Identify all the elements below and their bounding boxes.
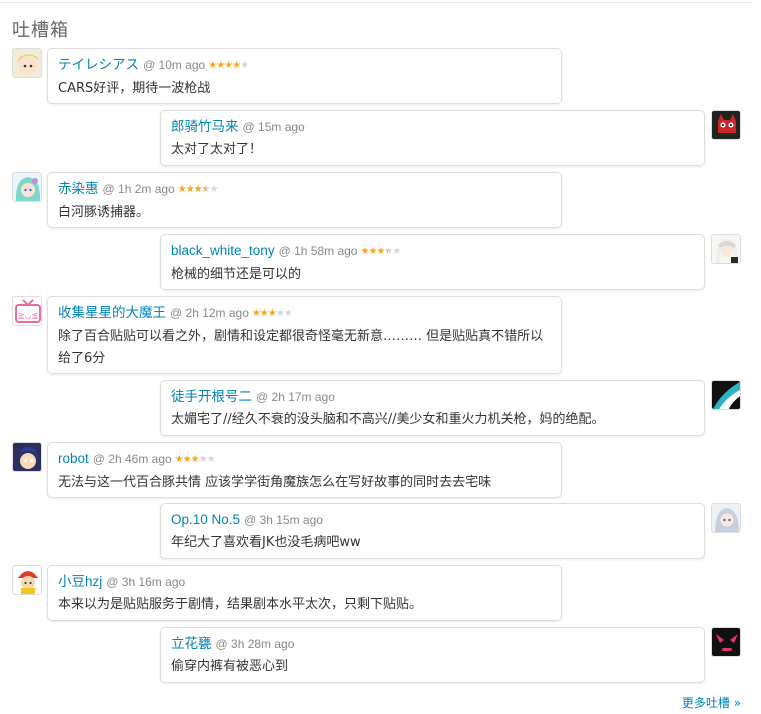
- comment-text: 枪械的细节还是可以的: [171, 267, 302, 282]
- blonde-girl-avatar[interactable]: [12, 48, 42, 78]
- comment-meta: 小豆hzj @ 3h 16m ago: [58, 572, 551, 592]
- comment-text: 偷穿内裤有被恶心到: [171, 659, 289, 674]
- comment-meta: 赤染惠 @ 1h 2m ago ★★★★★: [58, 179, 551, 200]
- comment-bubble: 赤染惠 @ 1h 2m ago ★★★★★ 白河豚诱捕器。: [47, 172, 562, 228]
- silver-hair-girl-avatar[interactable]: [711, 503, 741, 533]
- comment-text: CARS好评，期待一波枪战: [58, 81, 211, 96]
- comment-meta: 郎骑竹马来 @ 15m ago: [171, 117, 694, 137]
- comment-bubble: 郎骑竹马来 @ 15m ago 太对了太对了！: [160, 110, 705, 166]
- star-full-icon: ★: [216, 60, 225, 71]
- comment-bubble: テイレシアス @ 10m ago ★★★★★ CARS好评，期待一波枪战: [47, 48, 562, 104]
- comment-username[interactable]: 徒手开根号二: [171, 389, 252, 404]
- star-empty-icon: ★: [240, 60, 249, 71]
- comment-timestamp: @ 1h 2m ago: [102, 182, 175, 196]
- star-full-icon: ★: [259, 308, 269, 319]
- comment-timestamp: @ 2h 46m ago: [92, 452, 172, 466]
- star-full-icon: ★: [185, 184, 195, 195]
- comment-username[interactable]: robot: [58, 451, 89, 466]
- teal-hair-girl-avatar[interactable]: [12, 172, 42, 202]
- blue-hair-boy-avatar[interactable]: [12, 442, 42, 472]
- comment-text: 太媚宅了//经久不衰的没头脑和不高兴//美少女和重火力机关枪，妈的绝配。: [171, 412, 605, 427]
- star-rating: ★★★★★: [174, 450, 216, 470]
- star-full-icon: ★: [182, 454, 192, 465]
- star-full-icon: ★: [251, 308, 261, 319]
- comment-text: 本来以为是贴贴服务于剧情，结果剧本水平太次，只剩下贴贴。: [58, 597, 423, 612]
- comment-timestamp: @ 15m ago: [242, 120, 305, 134]
- white-hair-girl-avatar[interactable]: [711, 234, 741, 264]
- star-empty-icon: ★: [198, 454, 208, 465]
- comment-timestamp: @ 3h 15m ago: [244, 513, 323, 527]
- comment-timestamp: @ 3h 28m ago: [215, 637, 295, 651]
- comment-meta: 收集星星的大魔王 @ 2h 12m ago ★★★★★: [58, 303, 551, 324]
- comment-meta: 徒手开根号二 @ 2h 17m ago: [171, 387, 694, 407]
- comment-bubble: 徒手开根号二 @ 2h 17m ago 太媚宅了//经久不衰的没头脑和不高兴//美少…: [160, 380, 705, 436]
- comment-username[interactable]: Op.10 No.5: [171, 512, 240, 527]
- comment-bubble: robot @ 2h 46m ago ★★★★★ 无法与这一代百合豚共情 应该学学街角…: [47, 442, 562, 498]
- comment-bubble: 立花甕 @ 3h 28m ago 偷穿内裤有被恶心到: [160, 627, 705, 683]
- svg-text:≧◡≦: ≧◡≦: [18, 311, 38, 320]
- star-full-icon: ★: [232, 60, 241, 71]
- star-rating: ★★★★★: [251, 304, 293, 324]
- star-empty-icon: ★: [209, 184, 219, 195]
- comment-username[interactable]: 小豆hzj: [58, 574, 102, 589]
- comment-meta: Op.10 No.5 @ 3h 15m ago: [171, 510, 694, 530]
- section-title: 吐槽箱: [12, 20, 69, 41]
- star-full-icon: ★: [224, 60, 233, 71]
- comment-bubble: Op.10 No.5 @ 3h 15m ago 年纪大了喜欢看JK也没毛病吧ww: [160, 503, 705, 559]
- teal-abstract-avatar[interactable]: [711, 380, 741, 410]
- star-rating: ★★★★★: [208, 56, 249, 76]
- star-half-icon: ★: [201, 184, 211, 195]
- comment-meta: テイレシアス @ 10m ago ★★★★★: [58, 55, 551, 76]
- star-full-icon: ★: [208, 60, 217, 71]
- comment-meta: 立花甕 @ 3h 28m ago: [171, 634, 694, 654]
- comment-timestamp: @ 10m ago: [143, 58, 206, 72]
- comment-bubble: 小豆hzj @ 3h 16m ago 本来以为是贴贴服务于剧情，结果剧本水平太次，只…: [47, 565, 562, 621]
- comment-text: 太对了太对了！: [171, 142, 263, 157]
- star-full-icon: ★: [177, 184, 187, 195]
- star-rating: ★★★★★: [177, 180, 219, 200]
- comment-meta: robot @ 2h 46m ago ★★★★★: [58, 449, 551, 470]
- comment-username[interactable]: 郎骑竹马来: [171, 119, 239, 134]
- comment-timestamp: @ 2h 17m ago: [256, 390, 335, 404]
- pink-tv-avatar[interactable]: ≧◡≦: [12, 296, 42, 326]
- star-full-icon: ★: [193, 184, 203, 195]
- comment-bubble: 收集星星的大魔王 @ 2h 12m ago ★★★★★ 除了百合贴贴可以看之外，剧情和…: [47, 296, 562, 374]
- comment-meta: black_white_tony @ 1h 58m ago ★★★★★: [171, 241, 694, 262]
- yellow-character-avatar[interactable]: [12, 565, 42, 595]
- comment-username[interactable]: 收集星星的大魔王: [58, 305, 166, 320]
- star-empty-icon: ★: [275, 308, 285, 319]
- more-comments-link[interactable]: 更多吐槽 »: [682, 694, 741, 711]
- star-empty-icon: ★: [392, 246, 401, 257]
- star-full-icon: ★: [174, 454, 184, 465]
- comment-text: 除了百合贴贴可以看之外，剧情和设定都很奇怪毫无新意……… 但是贴贴真不错所以给了…: [58, 329, 544, 366]
- comment-username[interactable]: テイレシアス: [58, 57, 139, 72]
- comment-bubble: black_white_tony @ 1h 58m ago ★★★★★ 枪械的细节还是…: [160, 234, 705, 290]
- star-full-icon: ★: [190, 454, 200, 465]
- star-rating: ★★★★★: [360, 242, 401, 262]
- comment-timestamp: @ 3h 16m ago: [106, 575, 186, 589]
- comment-text: 无法与这一代百合豚共情 应该学学街角魔族怎么在写好故事的同时去去宅味: [58, 475, 492, 490]
- comment-timestamp: @ 1h 58m ago: [278, 244, 358, 258]
- top-divider: [0, 2, 752, 3]
- star-empty-icon: ★: [206, 454, 216, 465]
- red-cat-avatar[interactable]: [711, 110, 741, 140]
- star-full-icon: ★: [267, 308, 277, 319]
- star-empty-icon: ★: [283, 308, 293, 319]
- comment-username[interactable]: black_white_tony: [171, 243, 275, 258]
- dark-creature-avatar[interactable]: [711, 627, 741, 657]
- comment-text: 年纪大了喜欢看JK也没毛病吧ww: [171, 535, 361, 550]
- comment-username[interactable]: 立花甕: [171, 636, 212, 651]
- comment-username[interactable]: 赤染惠: [58, 181, 99, 196]
- comment-text: 白河豚诱捕器。: [58, 205, 150, 220]
- comment-timestamp: @ 2h 12m ago: [170, 306, 249, 320]
